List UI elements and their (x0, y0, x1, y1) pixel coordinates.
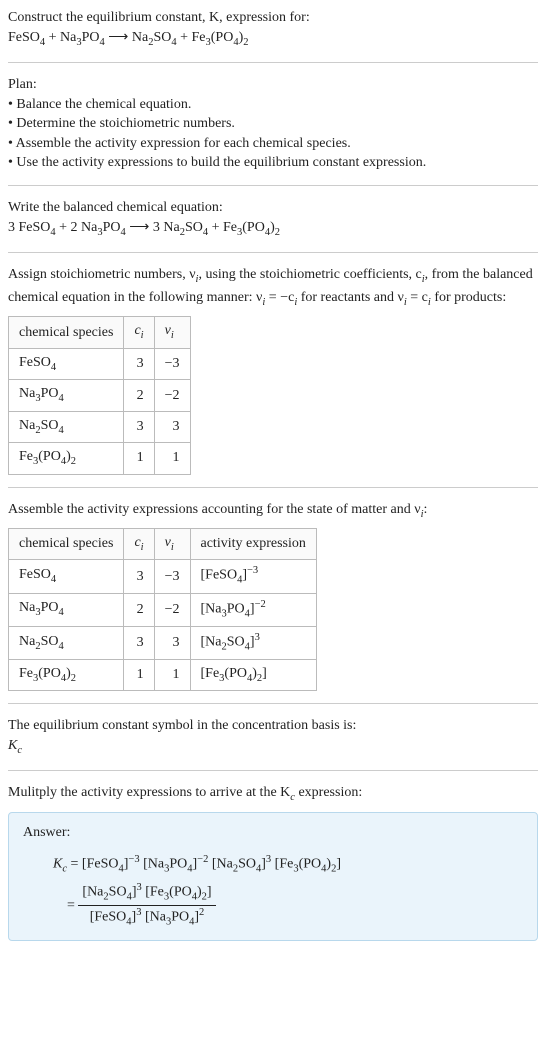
answer-expression: Kc = [FeSO4]−3 [Na3PO4]−2 [Na2SO4]3 [Fe3… (53, 853, 523, 930)
table-row: Na2SO4 3 3 (9, 411, 191, 442)
eqsym-line1: The equilibrium constant symbol in the c… (8, 716, 538, 736)
species-cell: Na2SO4 (9, 626, 124, 659)
answer-line2: = [Na2SO4]3 [Fe3(PO4)2] [FeSO4]3 [Na3PO4… (67, 881, 523, 930)
table-row: FeSO4 3 −3 (9, 348, 191, 379)
prompt-equation: FeSO4 + Na3PO4 ⟶ Na2SO4 + Fe3(PO4)2 (8, 28, 538, 50)
table-row: FeSO4 3 −3 [FeSO4]−3 (9, 560, 317, 593)
activity-cell: [FeSO4]−3 (190, 560, 316, 593)
stoich-table: chemical species ci νi FeSO4 3 −3 Na3PO4… (8, 316, 191, 474)
fraction-denominator: [FeSO4]3 [Na3PO4]2 (78, 906, 215, 930)
table-row: Fe3(PO4)2 1 1 (9, 443, 191, 474)
activity-cell: [Fe3(PO4)2] (190, 659, 316, 690)
divider (8, 62, 538, 63)
vi-cell: 1 (154, 659, 190, 690)
prompt-line1: Construct the equilibrium constant, K, e… (8, 8, 538, 28)
assemble-text: Assemble the activity expressions accoun… (8, 500, 538, 522)
multiply-text: Mulitply the activity expressions to arr… (8, 783, 538, 805)
eqsym-symbol: Kc (8, 736, 538, 758)
vi-cell: 3 (154, 411, 190, 442)
assign-section: Assign stoichiometric numbers, νi, using… (8, 265, 538, 474)
vi-cell: −2 (154, 593, 190, 626)
ci-cell: 2 (124, 593, 154, 626)
ci-cell: 2 (124, 380, 154, 411)
table-row: Fe3(PO4)2 1 1 [Fe3(PO4)2] (9, 659, 317, 690)
species-cell: Na3PO4 (9, 380, 124, 411)
ci-cell: 3 (124, 348, 154, 379)
vi-cell: −3 (154, 348, 190, 379)
table-header-row: chemical species ci νi activity expressi… (9, 529, 317, 560)
assign-text: Assign stoichiometric numbers, νi, using… (8, 265, 538, 310)
divider (8, 252, 538, 253)
ci-cell: 3 (124, 626, 154, 659)
col-species: chemical species (9, 317, 124, 348)
activity-table: chemical species ci νi activity expressi… (8, 528, 317, 691)
species-cell: FeSO4 (9, 560, 124, 593)
balanced-title: Write the balanced chemical equation: (8, 198, 538, 218)
species-cell: FeSO4 (9, 348, 124, 379)
divider (8, 487, 538, 488)
plan-title: Plan: (8, 75, 538, 95)
plan-bullet: • Balance the chemical equation. (8, 95, 538, 115)
species-cell: Na2SO4 (9, 411, 124, 442)
col-ci: ci (124, 529, 154, 560)
prompt-section: Construct the equilibrium constant, K, e… (8, 8, 538, 50)
fraction-numerator: [Na2SO4]3 [Fe3(PO4)2] (78, 881, 215, 906)
activity-cell: [Na3PO4]−2 (190, 593, 316, 626)
multiply-section: Mulitply the activity expressions to arr… (8, 783, 538, 941)
col-activity: activity expression (190, 529, 316, 560)
species-cell: Fe3(PO4)2 (9, 659, 124, 690)
plan-bullet: • Assemble the activity expression for e… (8, 134, 538, 154)
plan-bullet: • Use the activity expressions to build … (8, 153, 538, 173)
vi-cell: −2 (154, 380, 190, 411)
divider (8, 770, 538, 771)
table-header-row: chemical species ci νi (9, 317, 191, 348)
col-vi: νi (154, 317, 190, 348)
species-cell: Fe3(PO4)2 (9, 443, 124, 474)
answer-box: Answer: Kc = [FeSO4]−3 [Na3PO4]−2 [Na2SO… (8, 812, 538, 941)
species-cell: Na3PO4 (9, 593, 124, 626)
vi-cell: 1 (154, 443, 190, 474)
eqsym-section: The equilibrium constant symbol in the c… (8, 716, 538, 758)
ci-cell: 3 (124, 411, 154, 442)
balanced-section: Write the balanced chemical equation: 3 … (8, 198, 538, 240)
vi-cell: −3 (154, 560, 190, 593)
table-row: Na3PO4 2 −2 [Na3PO4]−2 (9, 593, 317, 626)
activity-cell: [Na2SO4]3 (190, 626, 316, 659)
ci-cell: 1 (124, 659, 154, 690)
plan-section: Plan: • Balance the chemical equation. •… (8, 75, 538, 173)
answer-fraction: [Na2SO4]3 [Fe3(PO4)2] [FeSO4]3 [Na3PO4]2 (78, 881, 215, 930)
divider (8, 185, 538, 186)
balanced-equation: 3 FeSO4 + 2 Na3PO4 ⟶ 3 Na2SO4 + Fe3(PO4)… (8, 218, 538, 240)
divider (8, 703, 538, 704)
ci-cell: 1 (124, 443, 154, 474)
vi-cell: 3 (154, 626, 190, 659)
col-ci: ci (124, 317, 154, 348)
answer-label: Answer: (23, 823, 523, 843)
ci-cell: 3 (124, 560, 154, 593)
table-row: Na2SO4 3 3 [Na2SO4]3 (9, 626, 317, 659)
assemble-section: Assemble the activity expressions accoun… (8, 500, 538, 692)
col-species: chemical species (9, 529, 124, 560)
col-vi: νi (154, 529, 190, 560)
plan-bullet: • Determine the stoichiometric numbers. (8, 114, 538, 134)
table-row: Na3PO4 2 −2 (9, 380, 191, 411)
answer-line1: Kc = [FeSO4]−3 [Na3PO4]−2 [Na2SO4]3 [Fe3… (53, 853, 523, 877)
